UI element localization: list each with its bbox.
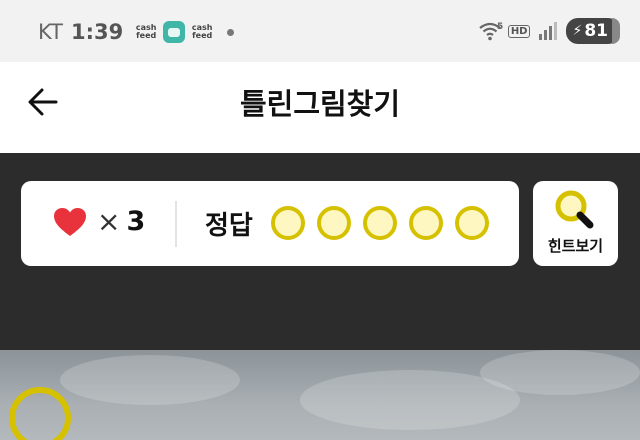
- battery-indicator: ⚡ 81: [566, 18, 620, 44]
- hint-label: 힌트보기: [547, 237, 604, 255]
- magnifier-icon: [555, 190, 594, 229]
- battery-level: 81: [584, 21, 608, 41]
- app-header: 틀린그림찾기: [0, 62, 640, 153]
- card-divider: [175, 201, 177, 247]
- found-difference-marker: [9, 387, 71, 440]
- notification-cashfeed-1: cash feed: [135, 23, 157, 40]
- page-title: 틀린그림찾기: [239, 87, 401, 121]
- answer-slot: [317, 206, 351, 240]
- cloud: [480, 350, 640, 395]
- carrier-label: KT: [38, 20, 63, 44]
- puzzle-image[interactable]: [0, 350, 640, 440]
- wifi-icon: 5: [479, 22, 503, 41]
- more-notifications-dot: [227, 28, 235, 36]
- hint-button[interactable]: 힌트보기: [533, 181, 618, 266]
- answer-slot: [363, 206, 397, 240]
- hd-badge: HD: [507, 24, 531, 38]
- clock: 1:39: [70, 20, 124, 44]
- status-right: 5 HD ⚡ 81: [478, 18, 620, 44]
- signal-icon: [539, 22, 558, 40]
- notification-cashfeed-2: cash feed: [191, 23, 213, 40]
- cloud: [60, 355, 240, 405]
- answer-slot: [271, 206, 305, 240]
- notification-app-icon: [163, 21, 186, 43]
- charging-bolt-icon: ⚡: [572, 23, 583, 39]
- answer-label: 정답: [205, 211, 253, 241]
- network-type: 5: [497, 22, 503, 32]
- answer-slot: [455, 206, 489, 240]
- game-status-panel: × 3 정답 힌트보기: [0, 153, 640, 350]
- lives-display: × 3: [53, 205, 145, 238]
- heart-icon: [54, 207, 86, 236]
- score-card: × 3 정답: [21, 181, 519, 266]
- status-left: KT 1:39 cash feed cash feed: [38, 20, 235, 44]
- times-symbol: ×: [97, 205, 121, 238]
- answer-slots: [271, 206, 501, 240]
- lives-count: 3: [126, 206, 146, 237]
- answer-slot: [409, 206, 443, 240]
- status-bar: KT 1:39 cash feed cash feed 5 HD ⚡ 81: [0, 0, 640, 62]
